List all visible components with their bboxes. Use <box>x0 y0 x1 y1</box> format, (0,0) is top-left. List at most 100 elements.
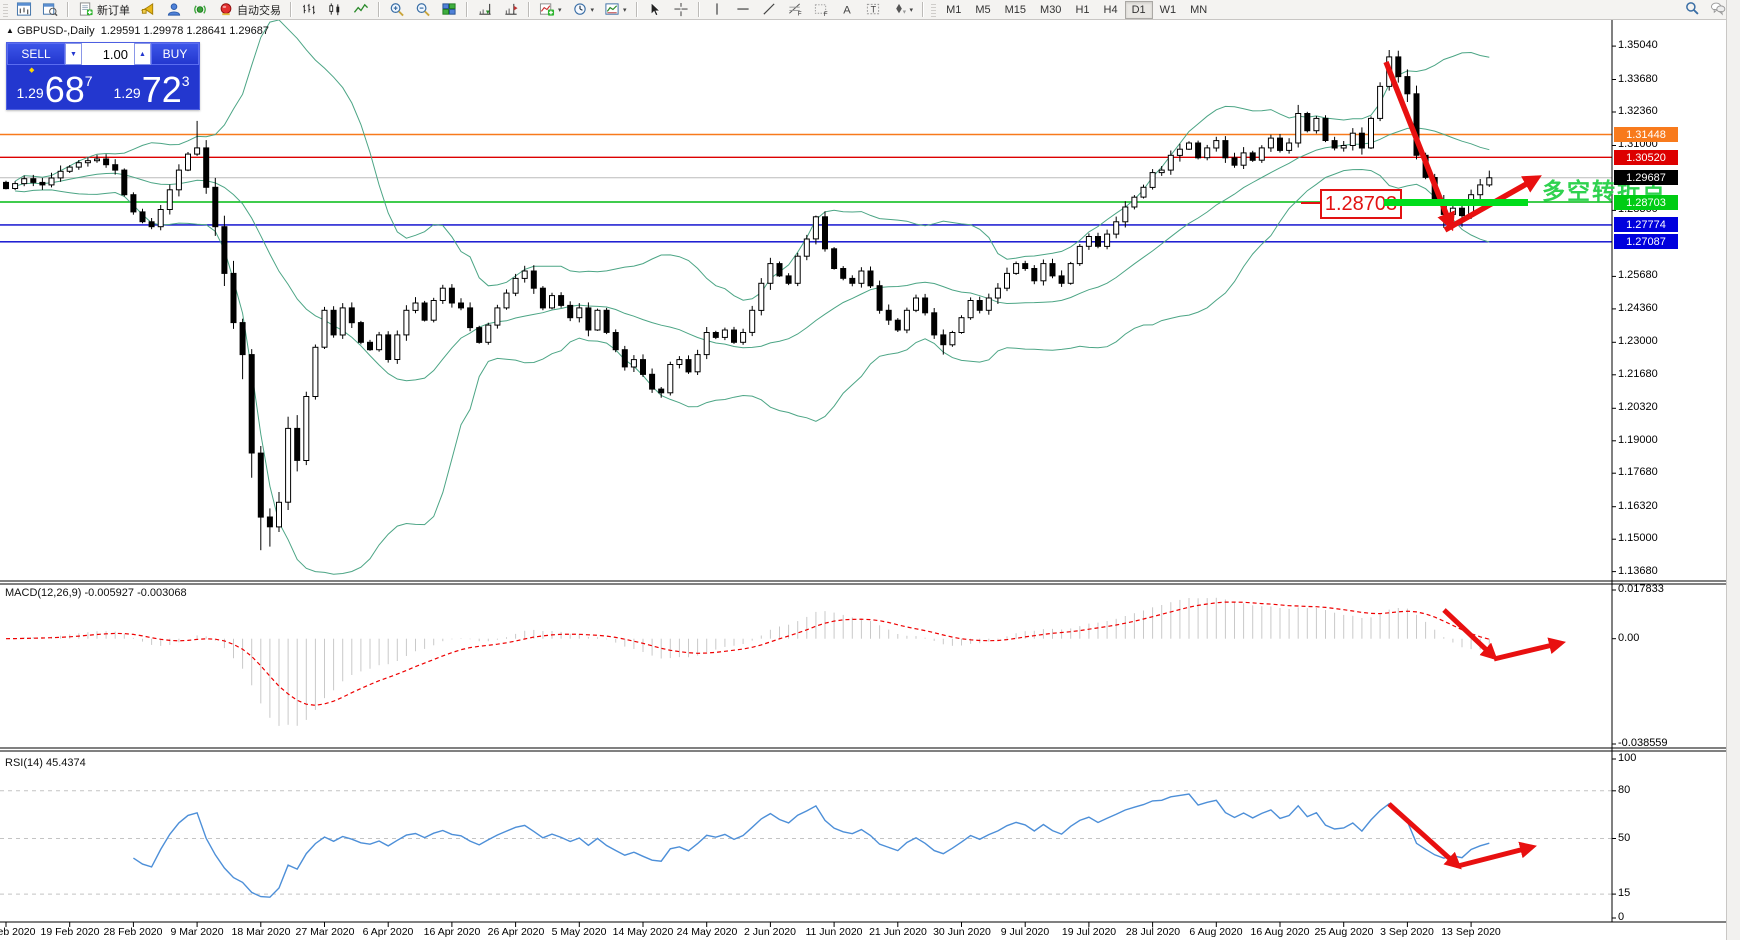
candle <box>231 273 236 322</box>
timeframe-w1-button[interactable]: W1 <box>1153 1 1184 19</box>
candle <box>513 278 518 293</box>
sell-price[interactable]: 1.29 68 7 <box>7 66 102 108</box>
strategy-tester-icon[interactable] <box>187 0 213 19</box>
candle <box>1150 173 1155 188</box>
toolbar-grip[interactable] <box>3 2 8 17</box>
candle <box>641 360 646 375</box>
toolbar-separator <box>378 2 380 17</box>
profiles-icon[interactable] <box>37 0 63 19</box>
candle <box>1350 133 1355 145</box>
candle <box>386 335 391 360</box>
candle <box>886 310 891 320</box>
candle <box>131 195 136 212</box>
sell-button[interactable]: SELL <box>7 43 65 65</box>
text-tool-icon[interactable]: A <box>834 0 860 19</box>
candle <box>1177 149 1182 155</box>
candle <box>677 360 682 365</box>
candle <box>1050 264 1055 276</box>
candlestick-chart-type-icon[interactable] <box>322 0 348 19</box>
zoom-in-icon[interactable] <box>384 0 410 19</box>
window-scrollbar-gutter[interactable] <box>1726 0 1740 940</box>
timeframe-mn-button[interactable]: MN <box>1183 1 1214 19</box>
toolbar-grip[interactable] <box>931 2 936 17</box>
candle <box>1250 153 1255 160</box>
annotation-arrow[interactable] <box>1389 804 1458 866</box>
annotation-arrow[interactable] <box>1458 847 1532 866</box>
candle <box>1223 141 1228 158</box>
collapse-triangle-icon[interactable]: ▲ <box>6 26 14 35</box>
candle <box>1332 141 1337 148</box>
charts-list-icon[interactable] <box>11 0 37 19</box>
timeframe-m15-button[interactable]: M15 <box>998 1 1033 19</box>
candle <box>1023 264 1028 269</box>
templates-icon[interactable]: ▾ <box>599 0 632 19</box>
annotation-green-segment[interactable] <box>1384 199 1528 206</box>
search-icon[interactable] <box>1684 1 1700 19</box>
zoom-out-icon[interactable] <box>410 0 436 19</box>
arrows-tool-icon[interactable]: ▾ <box>886 0 919 19</box>
volume-increase-button[interactable]: ▲ <box>134 43 151 65</box>
volume-input[interactable]: 1.00 <box>82 43 134 65</box>
terminal-icon[interactable] <box>161 0 187 19</box>
timeframe-m1-button[interactable]: M1 <box>939 1 968 19</box>
candle <box>850 278 855 283</box>
fibonacci-tool-icon[interactable]: F <box>782 0 808 19</box>
text-label-tool-icon[interactable]: T <box>860 0 886 19</box>
timeframe-m30-button[interactable]: M30 <box>1033 1 1068 19</box>
auto-scroll-icon[interactable] <box>472 0 498 19</box>
candle <box>859 271 864 283</box>
toolbar-separator <box>922 2 924 17</box>
buy-price[interactable]: 1.29 72 3 <box>104 66 199 108</box>
candle <box>195 148 200 154</box>
timeframe-h1-button[interactable]: H1 <box>1068 1 1096 19</box>
candle <box>568 305 573 317</box>
candle <box>340 308 345 335</box>
candle <box>104 159 109 165</box>
candle <box>468 308 473 328</box>
candle <box>1296 114 1301 144</box>
timeframe-d1-button[interactable]: D1 <box>1125 1 1153 19</box>
price-tick-label: 1.17680 <box>1618 466 1658 478</box>
chart-shift-icon[interactable] <box>498 0 524 19</box>
candle <box>531 271 536 288</box>
annotation-arrow[interactable] <box>1494 643 1561 659</box>
candle <box>832 249 837 269</box>
cursor-tool-icon[interactable] <box>642 0 668 19</box>
candle <box>158 210 163 227</box>
timeframe-m5-button[interactable]: M5 <box>968 1 997 19</box>
date-tick-label: 5 May 2020 <box>552 926 607 938</box>
timeframe-h4-button[interactable]: H4 <box>1097 1 1125 19</box>
candle <box>841 269 846 279</box>
toolbar-separator <box>466 2 468 17</box>
candle <box>277 502 282 527</box>
equidistant-channel-tool-icon[interactable]: F <box>808 0 834 19</box>
vertical-line-tool-icon[interactable] <box>704 0 730 19</box>
mt4-window: 新订单自动交易▾▾▾FFAT▾M1M5M15M30H1H4D1W1MN ▲ GB… <box>0 0 1740 940</box>
crosshair-tool-icon[interactable] <box>668 0 694 19</box>
tile-windows-icon[interactable] <box>436 0 462 19</box>
ohlc-quotes-label: 1.29591 1.29978 1.28641 1.29687 <box>101 25 269 37</box>
horizontal-line-tool-icon[interactable] <box>730 0 756 19</box>
macd-tick-label: 0.017833 <box>1618 583 1664 595</box>
autotrading-button[interactable]: 自动交易 <box>213 0 286 19</box>
price-tick-label: 1.13680 <box>1618 565 1658 577</box>
new-order-button[interactable]: 新订单 <box>73 0 135 19</box>
toolbar-separator <box>528 2 530 17</box>
candle <box>1478 185 1483 195</box>
line-chart-type-icon[interactable] <box>348 0 374 19</box>
bar-chart-type-icon[interactable] <box>296 0 322 19</box>
volume-decrease-button[interactable]: ▼ <box>65 43 82 65</box>
candle <box>422 303 427 320</box>
buy-button[interactable]: BUY <box>151 43 199 65</box>
price-tick-label: 1.15000 <box>1618 532 1658 544</box>
annotation-red-dash <box>1301 202 1320 204</box>
annotation-arrow[interactable] <box>1444 610 1494 657</box>
candle <box>586 308 591 330</box>
candle <box>304 397 309 461</box>
chat-icon[interactable] <box>1710 1 1726 19</box>
add-indicator-button[interactable]: ▾ <box>534 0 567 19</box>
trendline-tool-icon[interactable] <box>756 0 782 19</box>
toolbar-separator <box>67 2 69 17</box>
period-selector-icon[interactable]: ▾ <box>567 0 600 19</box>
expert-advisors-icon[interactable] <box>135 0 161 19</box>
